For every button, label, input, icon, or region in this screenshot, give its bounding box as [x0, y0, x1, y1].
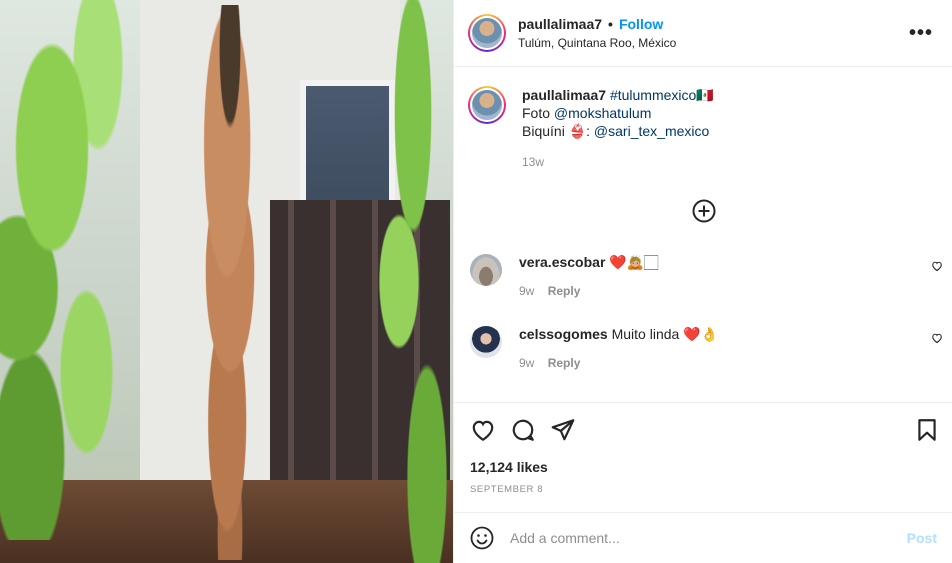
comment-text: Muito linda ❤️👌	[611, 326, 719, 342]
separator-dot: •	[608, 16, 613, 32]
photo-foliage-right	[343, 0, 453, 563]
add-comment-bar: Post	[454, 512, 952, 563]
bookmark-icon[interactable]	[914, 417, 940, 443]
follow-button[interactable]: Follow	[619, 16, 663, 32]
commenter-username[interactable]: celssogomes	[519, 326, 608, 342]
post-side-panel: paullalimaa7 • Follow Tulúm, Quintana Ro…	[453, 0, 952, 563]
post-comment-button[interactable]: Post	[907, 530, 937, 546]
photo-foliage-left	[0, 0, 190, 540]
commenter-username[interactable]: vera.escobar	[519, 254, 605, 270]
heart-icon[interactable]	[470, 417, 496, 443]
emoji-icon[interactable]	[470, 526, 494, 550]
caption-line3-text: Biquíni 👙:	[522, 123, 591, 139]
add-circle-icon[interactable]	[692, 199, 716, 223]
caption-mention-photographer[interactable]: @mokshatulum	[554, 105, 651, 121]
caption-line2-text: Foto	[522, 105, 551, 121]
caption-avatar[interactable]	[468, 86, 506, 124]
comment-time: 9w	[519, 356, 535, 370]
commenter-avatar[interactable]	[470, 254, 502, 286]
post-date[interactable]: SEPTEMBER 8	[470, 484, 543, 495]
post-actions: 12,124 likes SEPTEMBER 8	[454, 402, 952, 512]
comment-item: vera.escobar ❤️🙇🏼🏻 9w Reply	[468, 254, 943, 298]
like-count[interactable]: 12,124 likes	[470, 459, 548, 475]
comment-item: celssogomes Muito linda ❤️👌 9w Reply	[468, 326, 943, 370]
caption: paullalimaa7 #tulummexico🇲🇽 Foto @moksha…	[468, 86, 714, 171]
comment-icon[interactable]	[510, 417, 536, 443]
post-location[interactable]: Tulúm, Quintana Roo, México	[518, 36, 676, 50]
commenter-avatar[interactable]	[470, 326, 502, 358]
reply-button[interactable]: Reply	[548, 356, 581, 370]
caption-hashtag[interactable]: #tulummexico🇲🇽	[610, 87, 714, 103]
caption-username[interactable]: paullalimaa7	[522, 87, 606, 103]
comment-time: 9w	[519, 284, 535, 298]
like-comment-icon[interactable]	[931, 332, 943, 344]
post-header: paullalimaa7 • Follow Tulúm, Quintana Ro…	[454, 0, 952, 67]
author-avatar[interactable]	[468, 14, 506, 52]
more-options-icon[interactable]: •••	[909, 22, 933, 45]
like-comment-icon[interactable]	[931, 260, 943, 272]
share-icon[interactable]	[550, 417, 576, 443]
author-username[interactable]: paullalimaa7	[518, 16, 602, 32]
caption-time[interactable]: 13w	[522, 153, 714, 171]
comment-input[interactable]	[510, 530, 890, 546]
header-text: paullalimaa7 • Follow Tulúm, Quintana Ro…	[518, 16, 676, 50]
post-photo[interactable]	[0, 0, 453, 563]
caption-mention-brand[interactable]: @sari_tex_mexico	[594, 123, 709, 139]
instagram-post: paullalimaa7 • Follow Tulúm, Quintana Ro…	[0, 0, 952, 563]
comment-text: ❤️🙇🏼🏻	[609, 254, 659, 270]
reply-button[interactable]: Reply	[548, 284, 581, 298]
